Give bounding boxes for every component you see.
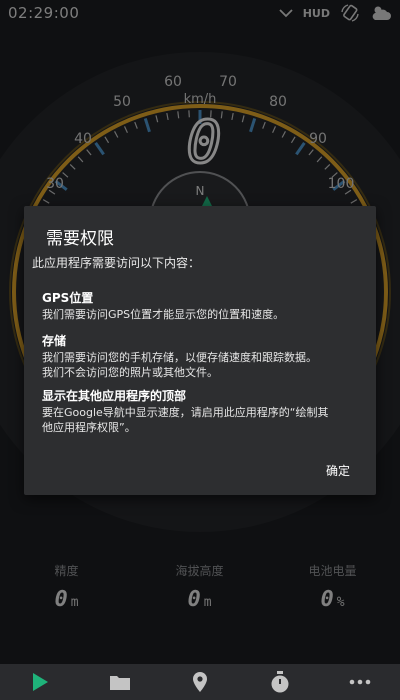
dialog-title: 需要权限 bbox=[46, 229, 114, 249]
bottom-nav bbox=[0, 664, 400, 700]
nav-play[interactable] bbox=[0, 664, 80, 700]
permission-storage-heading: 存储 bbox=[42, 334, 67, 348]
permission-storage-text-2: 我们不会访问您的照片或其他文件。 bbox=[42, 366, 218, 379]
nav-more[interactable] bbox=[320, 664, 400, 700]
permission-overlay-text-2: 他应用程序权限”。 bbox=[42, 421, 136, 434]
permission-gps: GPS位置 我们需要访问GPS位置才能显示您的位置和速度。 bbox=[42, 289, 362, 322]
nav-folder[interactable] bbox=[80, 664, 160, 700]
permission-storage: 存储 我们需要访问您的手机存储，以便存储速度和跟踪数据。 我们不会访问您的照片或… bbox=[42, 332, 362, 380]
more-icon[interactable] bbox=[349, 679, 371, 685]
nav-stopwatch[interactable] bbox=[240, 664, 320, 700]
permission-overlay-heading: 显示在其他应用程序的顶部 bbox=[42, 389, 187, 403]
permission-overlay: 显示在其他应用程序的顶部 要在Google导航中显示速度，请启用此应用程序的“绘… bbox=[42, 387, 362, 435]
stopwatch-icon[interactable] bbox=[270, 671, 290, 693]
permission-overlay-text-1: 要在Google导航中显示速度，请启用此应用程序的“绘制其 bbox=[42, 406, 329, 419]
permission-gps-heading: GPS位置 bbox=[42, 291, 94, 305]
permission-gps-text: 我们需要访问GPS位置才能显示您的位置和速度。 bbox=[42, 308, 285, 321]
play-icon[interactable] bbox=[31, 672, 49, 692]
ok-button[interactable]: 确定 bbox=[320, 458, 356, 483]
map-pin-icon[interactable] bbox=[192, 671, 208, 693]
nav-map[interactable] bbox=[160, 664, 240, 700]
permission-dialog: 需要权限 此应用程序需要访问以下内容： GPS位置 我们需要访问GPS位置才能显… bbox=[24, 206, 376, 495]
permission-storage-text-1: 我们需要访问您的手机存储，以便存储速度和跟踪数据。 bbox=[42, 351, 317, 364]
dialog-intro: 此应用程序需要访问以下内容： bbox=[32, 256, 201, 270]
folder-icon[interactable] bbox=[109, 673, 131, 691]
